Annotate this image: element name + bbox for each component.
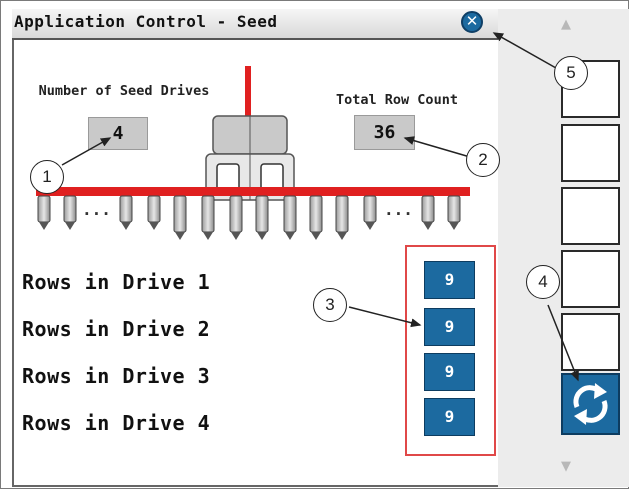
callout-5: 5 (554, 56, 588, 90)
callout-4: 4 (526, 265, 560, 299)
callout-2: 2 (466, 143, 500, 177)
callout-3: 3 (313, 288, 347, 322)
callout-arrows (61, 32, 579, 382)
callout-1: 1 (30, 160, 64, 194)
